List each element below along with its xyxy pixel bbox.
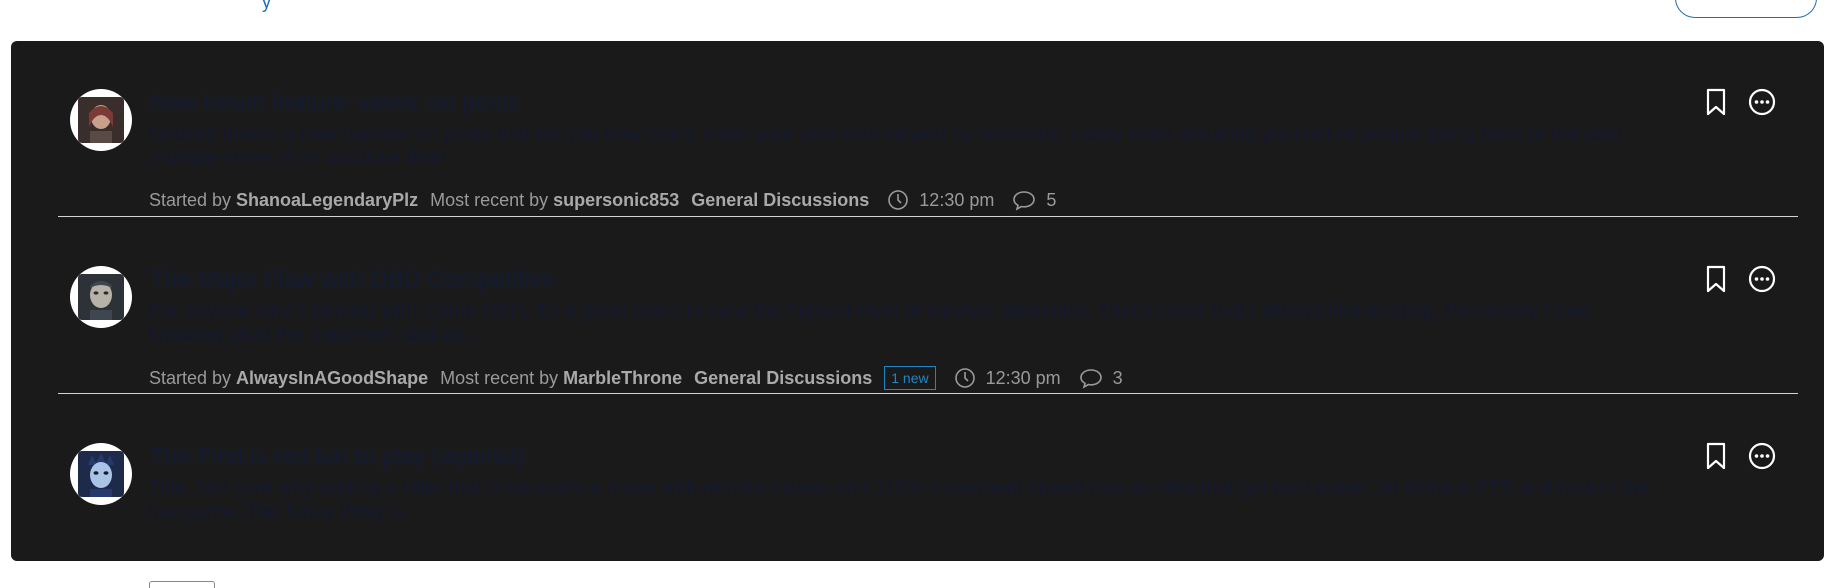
last-activity-time: 12:30 pm bbox=[985, 367, 1061, 388]
recent-author-link[interactable]: MarbleThrone bbox=[563, 368, 682, 389]
discussion-actions bbox=[1702, 442, 1776, 470]
discussion-item: New forum feature 'views' on posts Notic… bbox=[58, 41, 1798, 217]
category-link[interactable]: General Discussions bbox=[691, 190, 869, 211]
recent-author-link[interactable]: supersonic853 bbox=[553, 190, 679, 211]
comment-icon bbox=[1012, 189, 1036, 211]
author-avatar[interactable] bbox=[70, 443, 132, 505]
discussion-actions bbox=[1702, 265, 1776, 293]
discussion-item: The Major Flaw with DBD Competitive For … bbox=[58, 218, 1798, 394]
discussion-title[interactable]: The First is not fun to play (against) bbox=[149, 442, 1689, 472]
tag-peek bbox=[149, 581, 215, 588]
more-options-icon[interactable] bbox=[1748, 265, 1776, 293]
bookmark-icon[interactable] bbox=[1702, 88, 1730, 116]
comment-count: 3 bbox=[1112, 367, 1123, 388]
started-by-label: Started by bbox=[149, 189, 232, 210]
clock-icon bbox=[954, 367, 976, 389]
bookmark-icon[interactable] bbox=[1702, 442, 1730, 470]
discussion-list: New forum feature 'views' on posts Notic… bbox=[11, 41, 1824, 588]
discussion-meta: Started by AlwaysInAGoodShape Most recen… bbox=[149, 366, 1123, 390]
new-count-badge: 1 new bbox=[884, 366, 936, 390]
most-recent-label: Most recent by bbox=[440, 367, 559, 388]
discussion-content: The First is not fun to play (against) T… bbox=[149, 442, 1689, 524]
discussion-meta: Started by ShanoaLegendaryPlz Most recen… bbox=[149, 189, 1056, 211]
author-link[interactable]: AlwaysInAGoodShape bbox=[236, 368, 428, 389]
more-options-icon[interactable] bbox=[1748, 88, 1776, 116]
more-options-icon[interactable] bbox=[1748, 442, 1776, 470]
author-avatar[interactable] bbox=[70, 266, 132, 328]
author-link[interactable]: ShanoaLegendaryPlz bbox=[236, 190, 418, 211]
comment-count: 5 bbox=[1046, 189, 1057, 210]
row-divider bbox=[58, 393, 1798, 394]
bookmark-icon[interactable] bbox=[1702, 265, 1730, 293]
comment-icon bbox=[1079, 367, 1103, 389]
top-bar: y bbox=[0, 0, 1827, 41]
discussion-actions bbox=[1702, 88, 1776, 116]
discussion-content: The Major Flaw with DBD Competitive For … bbox=[149, 265, 1689, 347]
clock-icon bbox=[887, 189, 909, 211]
discussion-excerpt: Title. Not sure why adding a killer that… bbox=[149, 477, 1650, 523]
discussion-item: The First is not fun to play (against) T… bbox=[58, 395, 1798, 588]
avatar-image bbox=[78, 97, 124, 143]
discussion-content: New forum feature 'views' on posts Notic… bbox=[149, 88, 1689, 170]
started-by-label: Started by bbox=[149, 367, 232, 388]
header-fragment-text: y bbox=[262, 0, 272, 12]
row-divider bbox=[58, 216, 1798, 217]
discussion-excerpt: Noticed theres a new number on posts tha… bbox=[149, 123, 1623, 169]
discussion-excerpt: For anyone who's familiar with Comp DBD,… bbox=[149, 300, 1592, 346]
last-activity-time: 12:30 pm bbox=[919, 189, 995, 210]
discussion-title[interactable]: New forum feature 'views' on posts bbox=[149, 88, 1689, 118]
avatar-image bbox=[78, 274, 124, 320]
author-avatar[interactable] bbox=[70, 89, 132, 151]
most-recent-label: Most recent by bbox=[430, 189, 549, 210]
discussion-title[interactable]: The Major Flaw with DBD Competitive bbox=[149, 265, 1689, 295]
avatar-image bbox=[78, 451, 124, 497]
category-link[interactable]: General Discussions bbox=[694, 368, 872, 389]
header-button[interactable] bbox=[1675, 0, 1817, 18]
